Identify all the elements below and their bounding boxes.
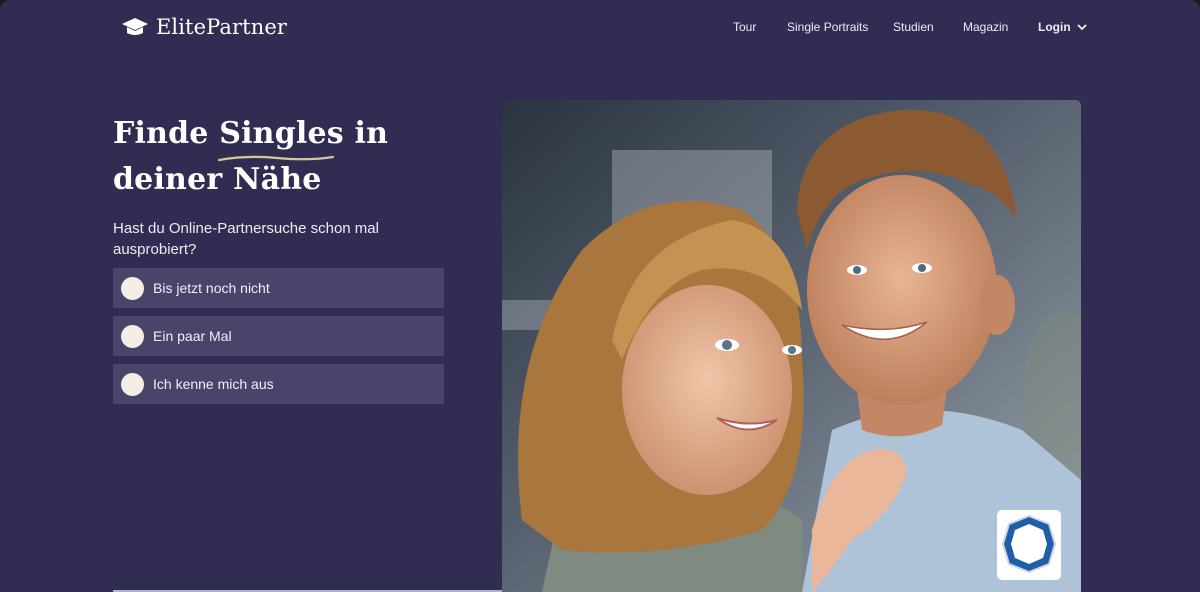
hero-headline: Finde Singles in deiner Nähe: [113, 111, 388, 203]
headline-line2: deiner Nähe: [113, 162, 322, 197]
tuv-seal-icon: [997, 510, 1061, 580]
landing-page: ElitePartner Tour Single Portraits Studi…: [0, 0, 1200, 592]
headline-part2: in: [343, 116, 389, 151]
option-label: Ein paar Mal: [153, 328, 232, 344]
hero-couple-photo: [502, 100, 1081, 592]
nav-item-single-portraits[interactable]: Single Portraits: [787, 20, 868, 34]
option-never[interactable]: Bis jetzt noch nicht: [113, 268, 444, 308]
headline-part1: Finde: [113, 116, 220, 151]
couple-illustration: [502, 100, 1081, 592]
main-nav: Tour Single Portraits Studien Magazin Lo…: [0, 20, 1200, 38]
radio-button[interactable]: [121, 324, 144, 348]
headline-highlight: Singles: [218, 111, 344, 162]
survey-options: Bis jetzt noch nicht Ein paar Mal Ich ke…: [113, 268, 444, 412]
nav-item-studien[interactable]: Studien: [893, 20, 934, 34]
headline-highlight-text: Singles: [219, 116, 344, 151]
option-experienced[interactable]: Ich kenne mich aus: [113, 364, 444, 404]
option-few-times[interactable]: Ein paar Mal: [113, 316, 444, 356]
chevron-down-icon: [1077, 23, 1087, 30]
survey-question: Hast du Online-Partnersuche schon mal au…: [113, 220, 379, 258]
nav-item-tour[interactable]: Tour: [733, 20, 756, 34]
nav-item-magazin[interactable]: Magazin: [963, 20, 1008, 34]
radio-button[interactable]: [121, 276, 144, 300]
option-label: Ich kenne mich aus: [153, 376, 274, 392]
tuv-sued-badge[interactable]: [997, 510, 1061, 580]
radio-button[interactable]: [121, 372, 144, 396]
brush-underline: [218, 155, 335, 162]
login-menu[interactable]: Login: [1038, 20, 1087, 34]
login-label: Login: [1038, 20, 1071, 34]
option-label: Bis jetzt noch nicht: [153, 280, 270, 296]
